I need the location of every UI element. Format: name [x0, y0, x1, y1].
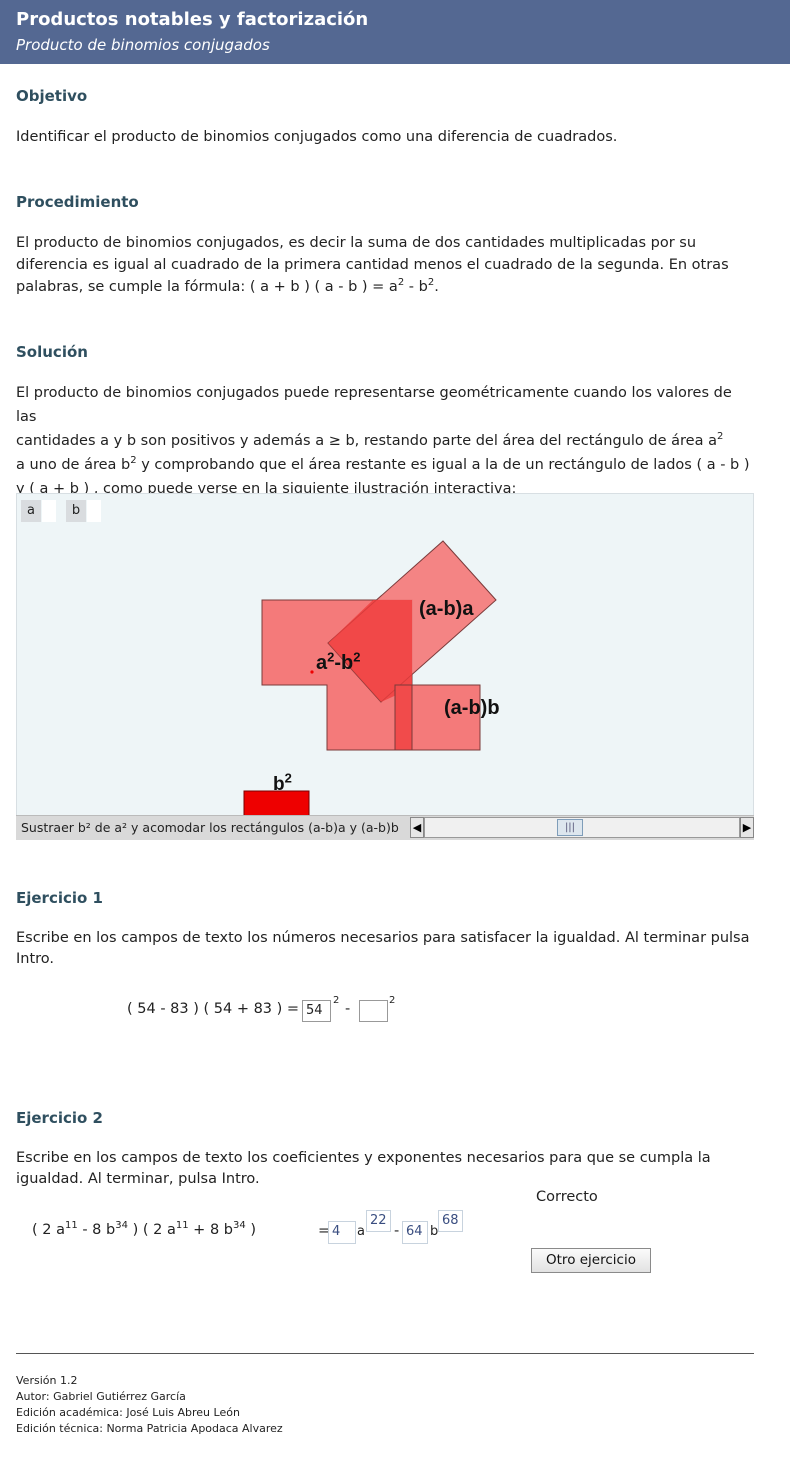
slider-thumb[interactable]: ||| [557, 819, 583, 836]
ejercicio2-minus: - [394, 1223, 400, 1239]
ejercicio1-line: Intro. [16, 951, 55, 967]
ejercicio2-exp-b-field[interactable]: 68 [438, 1210, 463, 1232]
solucion-line: El producto de binomios conjugados puede… [16, 385, 732, 425]
rect-ab-b-overlap [394, 684, 413, 751]
label-ab-b: (a-b)b [444, 697, 500, 719]
ejercicio2-text: Escribe en los campos de texto los coefi… [16, 1148, 756, 1190]
ejercicio1-text: Escribe en los campos de texto los númer… [16, 928, 756, 970]
ejercicio1-heading: Ejercicio 1 [16, 889, 103, 907]
slider-caption: Sustraer b² de a² y acomodar los rectáng… [21, 820, 399, 835]
ejercicio2-exp-a-field[interactable]: 22 [366, 1210, 391, 1232]
ejercicio1-exp1: 2 [333, 995, 340, 1006]
ejercicio1-exp2: 2 [389, 995, 396, 1006]
step-slider-bar: Sustraer b² de a² y acomodar los rectáng… [16, 815, 754, 840]
page-header: Productos notables y factorización Produ… [0, 0, 790, 64]
label-b2: b2 [273, 770, 292, 795]
procedimiento-line: El producto de binomios conjugados, es d… [16, 235, 697, 251]
otro-ejercicio-button[interactable]: Otro ejercicio [531, 1248, 651, 1273]
ejercicio2-coef2-field[interactable]: 64 [402, 1221, 428, 1244]
solucion-text: El producto de binomios conjugados puede… [16, 381, 756, 501]
ejercicio2-var-a: a [357, 1224, 365, 1239]
ejercicio1-field2[interactable] [359, 1000, 388, 1022]
slider-track[interactable]: ||| [424, 817, 740, 838]
slider-right-arrow[interactable]: ▶ [740, 817, 754, 838]
ejercicio2-line: igualdad. Al terminar, pulsa Intro. [16, 1171, 260, 1187]
ejercicio2-line: Escribe en los campos de texto los coefi… [16, 1150, 711, 1166]
solucion-line: a uno de área b2 y comprobando que el ár… [16, 455, 750, 473]
interactive-illustration[interactable]: a b (a-b)a a2-b2 (a-b)b b2 [16, 493, 754, 838]
ejercicio1-field1[interactable]: 54 [302, 1000, 331, 1022]
ejercicio2-coef1-field[interactable]: 4 [328, 1221, 356, 1244]
ejercicio2-status: Correcto [536, 1189, 598, 1205]
control-point[interactable] [310, 670, 314, 674]
procedimiento-line: palabras, se cumple la fórmula: ( a + b … [16, 277, 439, 295]
procedimiento-text: El producto de binomios conjugados, es d… [16, 232, 756, 298]
procedimiento-line: diferencia es igual al cuadrado de la pr… [16, 257, 729, 273]
page-subtitle: Producto de binomios conjugados [16, 36, 270, 54]
ejercicio2-heading: Ejercicio 2 [16, 1109, 103, 1127]
footer-divider [16, 1353, 754, 1354]
objetivo-text: Identificar el producto de binomios conj… [16, 129, 618, 145]
footer-edicion-academica: Edición académica: José Luis Abreu León [16, 1406, 240, 1419]
ejercicio1-lhs: ( 54 - 83 ) ( 54 + 83 ) = [127, 1001, 300, 1017]
slider-left-arrow[interactable]: ◀ [410, 817, 424, 838]
footer-version: Versión 1.2 [16, 1374, 78, 1387]
page-title: Productos notables y factorización [16, 9, 369, 30]
footer-autor: Autor: Gabriel Gutiérrez García [16, 1390, 186, 1403]
label-ab-a: (a-b)a [419, 598, 474, 620]
procedimiento-heading: Procedimiento [16, 193, 139, 211]
label-a2-minus-b2: a2-b2 [316, 649, 361, 674]
ejercicio2-lhs: ( 2 a11 - 8 b34 ) ( 2 a11 + 8 b34 ) [32, 1220, 256, 1238]
solucion-line: cantidades a y b son positivos y además … [16, 431, 724, 449]
geometry-canvas[interactable] [17, 494, 754, 816]
formula: ( a + b ) ( a - b ) = a [249, 279, 398, 295]
ejercicio1-minus: - [345, 1001, 351, 1017]
ejercicio1-line: Escribe en los campos de texto los númer… [16, 930, 750, 946]
footer-edicion-tecnica: Edición técnica: Norma Patricia Apodaca … [16, 1422, 283, 1435]
objetivo-heading: Objetivo [16, 87, 88, 105]
solucion-heading: Solución [16, 343, 88, 361]
